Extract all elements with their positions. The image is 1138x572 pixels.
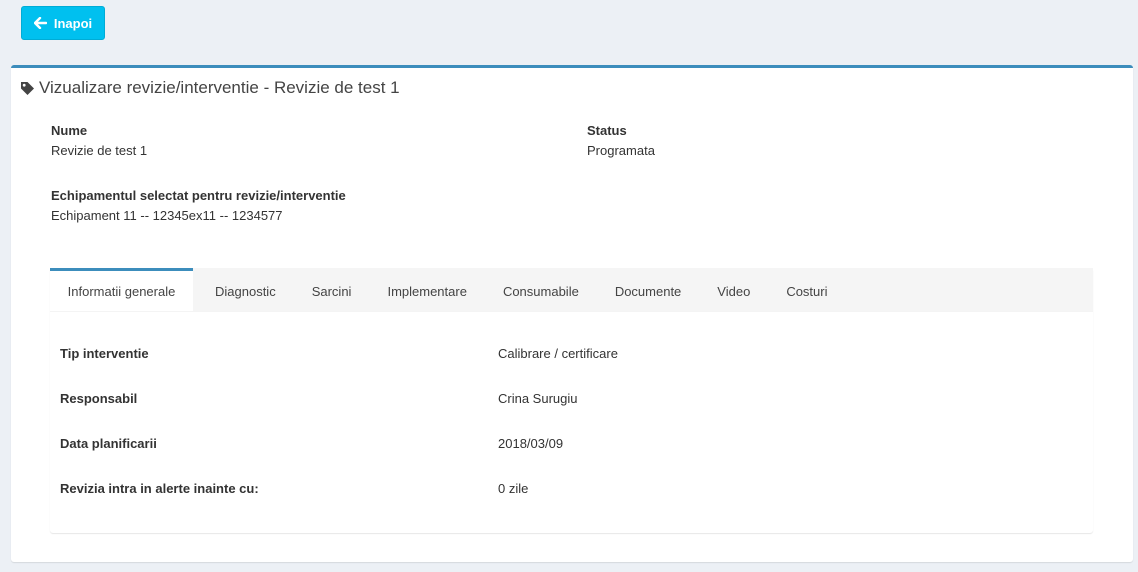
tabs-container: Informatii generale Diagnostic Sarcini I… — [50, 268, 1093, 533]
equipment-value: Echipament 11 -- 12345ex11 -- 1234577 — [51, 208, 283, 223]
info-label-alerte: Revizia intra in alerte inainte cu: — [60, 481, 259, 496]
tab-bar: Informatii generale Diagnostic Sarcini I… — [50, 268, 1093, 312]
tab-video[interactable]: Video — [699, 268, 768, 311]
status-value: Programata — [587, 143, 655, 158]
equipment-label: Echipamentul selectat pentru revizie/int… — [51, 188, 346, 203]
box-title: Vizualizare revizie/interventie - Revizi… — [20, 78, 400, 98]
info-value-alerte: 0 zile — [498, 481, 529, 496]
back-button[interactable]: Inapoi — [21, 6, 105, 40]
info-label-data-planificarii: Data planificarii — [60, 436, 157, 451]
info-value-data-planificarii: 2018/03/09 — [498, 436, 564, 451]
tab-implementare[interactable]: Implementare — [369, 268, 484, 311]
back-button-label: Inapoi — [53, 15, 93, 31]
info-value-tip-interventie: Calibrare / certificare — [498, 346, 618, 361]
tab-consumabile[interactable]: Consumabile — [485, 268, 597, 311]
tab-documente[interactable]: Documente — [597, 268, 699, 311]
page-title: Vizualizare revizie/interventie - Revizi… — [39, 78, 400, 97]
info-label-tip-interventie: Tip interventie — [60, 346, 149, 361]
tab-sarcini[interactable]: Sarcini — [294, 268, 370, 311]
status-label: Status — [587, 123, 627, 138]
revision-view-box: Vizualizare revizie/interventie - Revizi… — [11, 65, 1133, 562]
arrow-left-icon — [33, 17, 47, 29]
name-value: Revizie de test 1 — [51, 143, 148, 158]
info-value-responsabil: Crina Surugiu — [498, 391, 578, 406]
info-label-responsabil: Responsabil — [60, 391, 138, 406]
tab-informatii-generale[interactable]: Informatii generale — [50, 268, 193, 311]
tab-diagnostic[interactable]: Diagnostic — [193, 268, 294, 311]
tab-costuri[interactable]: Costuri — [768, 268, 845, 311]
name-label: Nume — [51, 123, 88, 138]
tag-icon — [20, 81, 35, 96]
